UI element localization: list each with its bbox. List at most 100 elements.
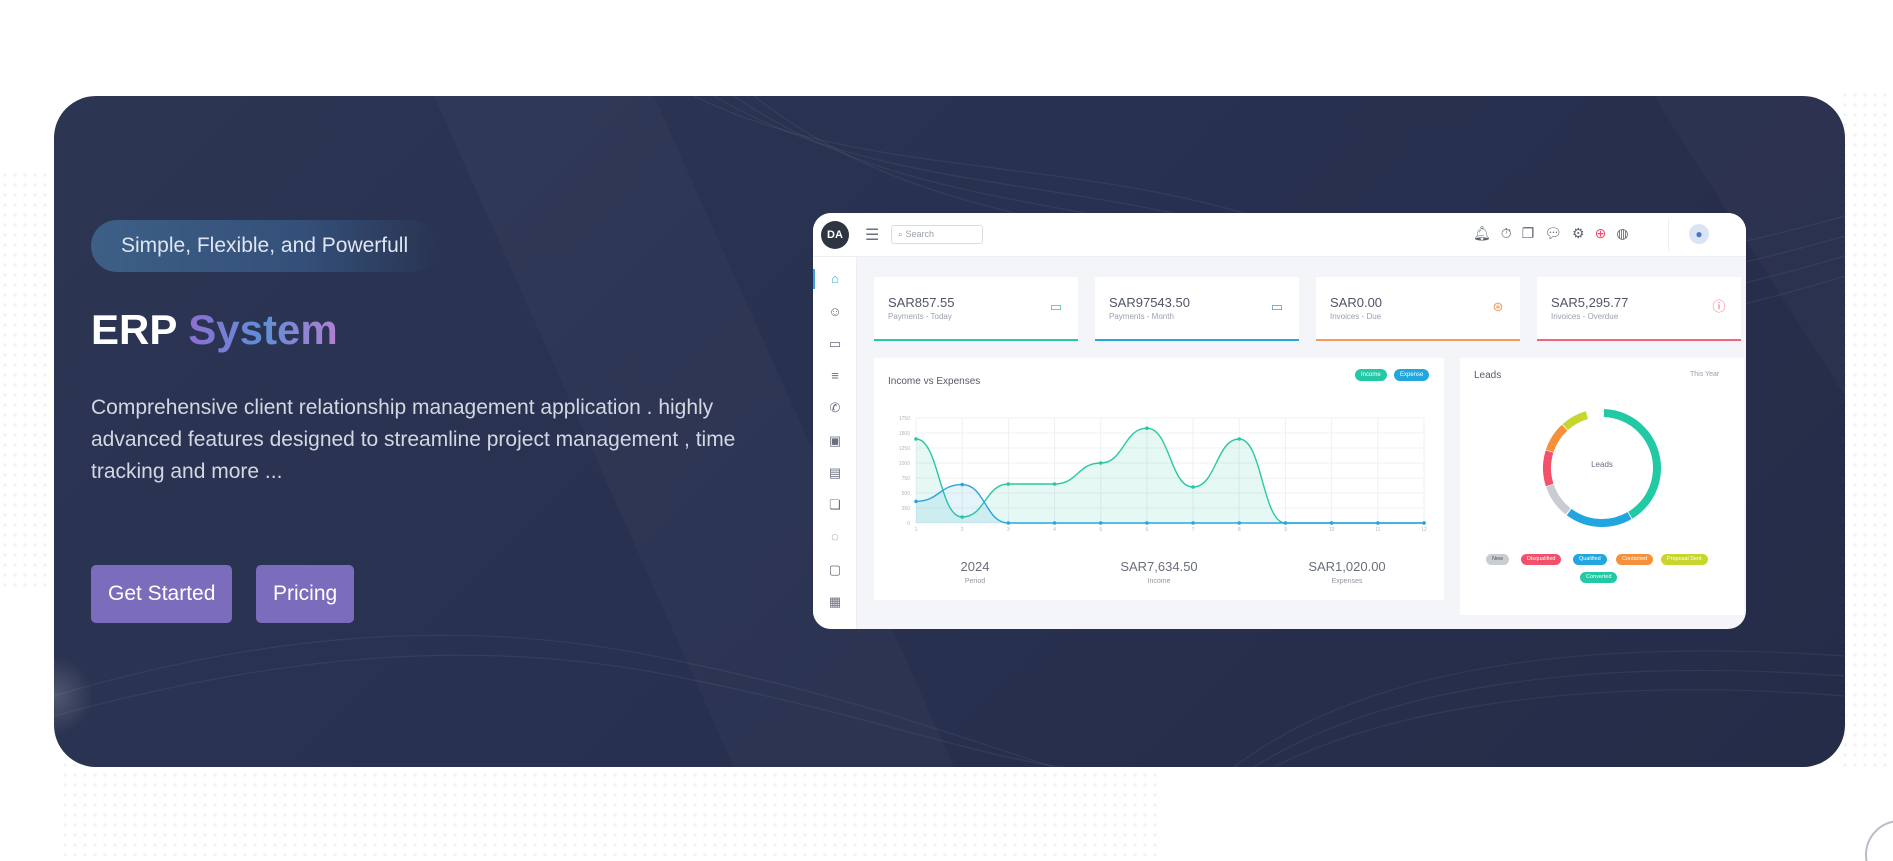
expense-point [1283, 521, 1288, 525]
stat-card-value: SAR97543.50 [1109, 295, 1190, 310]
folder-icon: ▭ [828, 336, 842, 351]
y-tick-label: 250 [902, 506, 911, 512]
stat-card: SAR5,295.77 Invoices - Overdue ⓘ [1537, 277, 1741, 341]
period-stat: 2024 Period [895, 559, 1055, 585]
home-icon: ⌂ [831, 271, 839, 286]
y-tick-label: 1250 [899, 446, 910, 452]
donut-center-label: Leads [1591, 460, 1613, 469]
expense-point [1006, 521, 1011, 525]
copy-icon: ❏ [829, 497, 841, 512]
stat-card: SAR97543.50 Payments - Month ▭ [1095, 277, 1299, 341]
leads-panel: Leads This Year Leads New Disqualified Q… [1460, 358, 1744, 615]
y-tick-label: 500 [902, 491, 911, 497]
leads-title: Leads [1474, 370, 1502, 381]
expense-point [960, 482, 964, 487]
windows-icon: ❐ [1521, 225, 1535, 241]
decorative-dot-grid [1840, 90, 1893, 770]
y-tick-label: 1000 [899, 461, 910, 467]
gear-icon: ⚙︎ [1572, 225, 1585, 241]
hero-title-accent: System [188, 306, 338, 353]
stat-card-accent [1316, 339, 1520, 341]
income-point [1098, 461, 1103, 465]
pricing-button[interactable]: Pricing [256, 565, 355, 623]
y-tick-label: 0 [907, 521, 910, 527]
legend-converted: Converted [1580, 572, 1618, 583]
legend-disqualified: Disqualified [1521, 554, 1562, 565]
income-label: Income [1147, 578, 1171, 585]
decorative-ring [1865, 820, 1893, 861]
y-tick-label: 1500 [899, 431, 910, 437]
income-expense-chart: 025050075010001250150017501 2 3 4 5 6 7 8 9 10 11 1… [899, 416, 1427, 533]
income-area [916, 428, 1424, 523]
y-tick-label: 750 [902, 476, 911, 482]
income-stat: SAR7,634.50 Income [1079, 559, 1239, 585]
stat-card-label: Payments - Month [1109, 312, 1174, 321]
list-icon: ≡ [831, 368, 839, 383]
user-avatar-icon: ● [1689, 224, 1709, 244]
x-tick-label: 4 [1053, 527, 1056, 533]
legend-qualified: Qualified [1573, 554, 1607, 565]
book-icon: ▤ [828, 465, 842, 480]
bell-icon: 🔔︎ [1473, 225, 1491, 241]
dollar-icon: ⊛ [1492, 299, 1504, 314]
income-value: SAR7,634.50 [1120, 559, 1198, 574]
expense-point [914, 499, 918, 504]
x-tick-label: 1 [915, 527, 918, 533]
period-value: 2024 [960, 559, 990, 574]
card-icon: ▭ [1270, 299, 1284, 314]
income-chart-title: Income vs Expenses [888, 376, 981, 387]
x-tick-label: 12 [1421, 527, 1427, 533]
x-tick-label: 9 [1284, 527, 1287, 533]
get-started-button[interactable]: Get Started [91, 565, 233, 623]
stat-card-label: Invoices - Due [1330, 312, 1382, 321]
hero-title-plain: ERP [91, 306, 177, 353]
legend-contacted: Contacted [1616, 554, 1654, 565]
expense-point [1052, 521, 1057, 525]
legend-expense: Expense [1394, 369, 1430, 381]
phone-icon: ✆ [829, 400, 841, 415]
dashboard-preview: DA ☰ ⌕ Search 🔔︎ ⏱︎ ❐ 💬︎ ⚙︎ ⊕ ◍ ● ⌂ ☺ ▭ … [813, 213, 1746, 629]
x-tick-label: 11 [1375, 527, 1380, 533]
expenses-label: Expenses [1331, 578, 1363, 585]
expense-point [1191, 521, 1195, 525]
dashboard-topbar: DA ☰ ⌕ Search 🔔︎ ⏱︎ ❐ 💬︎ ⚙︎ ⊕ ◍ ● [813, 213, 1746, 257]
menu-icon: ☰ [865, 227, 880, 244]
search-placeholder: Search [905, 229, 935, 239]
expense-point [1422, 521, 1426, 525]
alert-icon: ⓘ [1712, 299, 1726, 314]
x-tick-label: 5 [1099, 527, 1102, 533]
hero-banner: Simple, Flexible, and Powerfull ERP Syst… [54, 96, 1845, 767]
monitor-icon: ▢ [828, 562, 842, 577]
clipboard-icon: ▦ [828, 594, 842, 609]
expense-point [1145, 521, 1149, 525]
decorative-dot-grid [60, 760, 1160, 860]
stat-card-value: SAR0.00 [1330, 295, 1383, 310]
x-tick-label: 3 [1007, 527, 1010, 533]
leads-period: This Year [1690, 371, 1720, 378]
y-tick-label: 1750 [899, 416, 910, 422]
timer-icon: ⏱︎ [1500, 225, 1512, 241]
stat-card-value: SAR5,295.77 [1551, 295, 1629, 310]
income-point [1145, 426, 1149, 430]
income-point [914, 437, 918, 441]
expense-point [1376, 521, 1380, 525]
topbar-icons: 🔔︎ ⏱︎ ❐ 💬︎ ⚙︎ ⊕ ◍ [1473, 225, 1629, 242]
period-label: Period [964, 578, 986, 585]
plus-circle-icon: ⊕ [1594, 225, 1607, 241]
income-expense-panel: Income vs Expenses Income Expense 0 250 50… [874, 358, 1444, 600]
card-icon: ▭ [1049, 299, 1063, 314]
stat-card-accent [1095, 339, 1299, 341]
x-tick-label: 10 [1329, 527, 1335, 533]
stat-card-label: Invoices - Overdue [1551, 312, 1619, 321]
stat-card-accent [1537, 339, 1741, 341]
topbar-divider [1668, 219, 1669, 251]
search-input: ⌕ Search [891, 225, 983, 244]
expense-point [1237, 521, 1242, 525]
hero-description: Comprehensive client relationship manage… [91, 396, 736, 483]
globe-icon: ◍ [1616, 225, 1629, 241]
expenses-value: SAR1,020.00 [1308, 559, 1386, 574]
legend-income: Income [1355, 369, 1387, 381]
stat-card-accent [874, 339, 1078, 341]
x-tick-label: 6 [1146, 527, 1149, 533]
legend-proposal-sent: Proposal Sent [1661, 554, 1708, 565]
